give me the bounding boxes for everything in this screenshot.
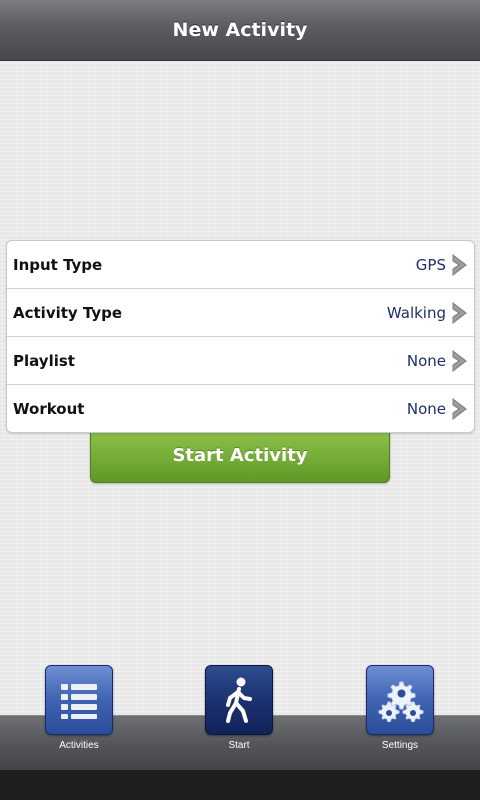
row-workout[interactable]: Workout None (7, 385, 474, 432)
walking-person-icon (226, 677, 252, 723)
row-activity-type[interactable]: Activity Type Walking (7, 289, 474, 337)
start-activity-button[interactable]: Start Activity (90, 428, 390, 483)
row-label-activity-type: Activity Type (13, 303, 123, 322)
system-navigation-bar (0, 770, 480, 800)
tab-settings[interactable]: Settings (355, 665, 445, 765)
row-input-type[interactable]: Input Type GPS (7, 241, 474, 289)
chevron-right-icon (452, 253, 467, 277)
tab-start[interactable]: Start (194, 665, 284, 765)
tab-activities[interactable]: Activities (34, 665, 124, 765)
row-label-input-type: Input Type (13, 255, 103, 274)
row-label-workout: Workout (13, 399, 85, 418)
chevron-right-icon (452, 301, 467, 325)
row-value-workout: None (406, 399, 446, 418)
activity-settings-list: Input Type GPS Activity Type Walking Pla… (6, 240, 475, 433)
tab-settings-button[interactable] (366, 665, 434, 735)
row-value-activity-type: Walking (386, 303, 446, 322)
title-bar: New Activity (0, 0, 480, 61)
tab-activities-button[interactable] (45, 665, 113, 735)
start-activity-label: Start Activity (172, 444, 308, 466)
page-title: New Activity (172, 19, 308, 41)
row-playlist[interactable]: Playlist None (7, 337, 474, 385)
list-icon (61, 684, 97, 719)
chevron-right-icon (452, 349, 467, 373)
chevron-right-icon (452, 397, 467, 421)
row-value-playlist: None (406, 351, 446, 370)
row-label-playlist: Playlist (13, 351, 75, 370)
tab-start-button[interactable] (205, 665, 273, 735)
tab-settings-label: Settings (381, 740, 419, 751)
gears-icon (378, 681, 424, 722)
tab-activities-label: Activities (59, 740, 99, 751)
tab-start-label: Start (228, 740, 250, 751)
row-value-input-type: GPS (415, 255, 446, 274)
